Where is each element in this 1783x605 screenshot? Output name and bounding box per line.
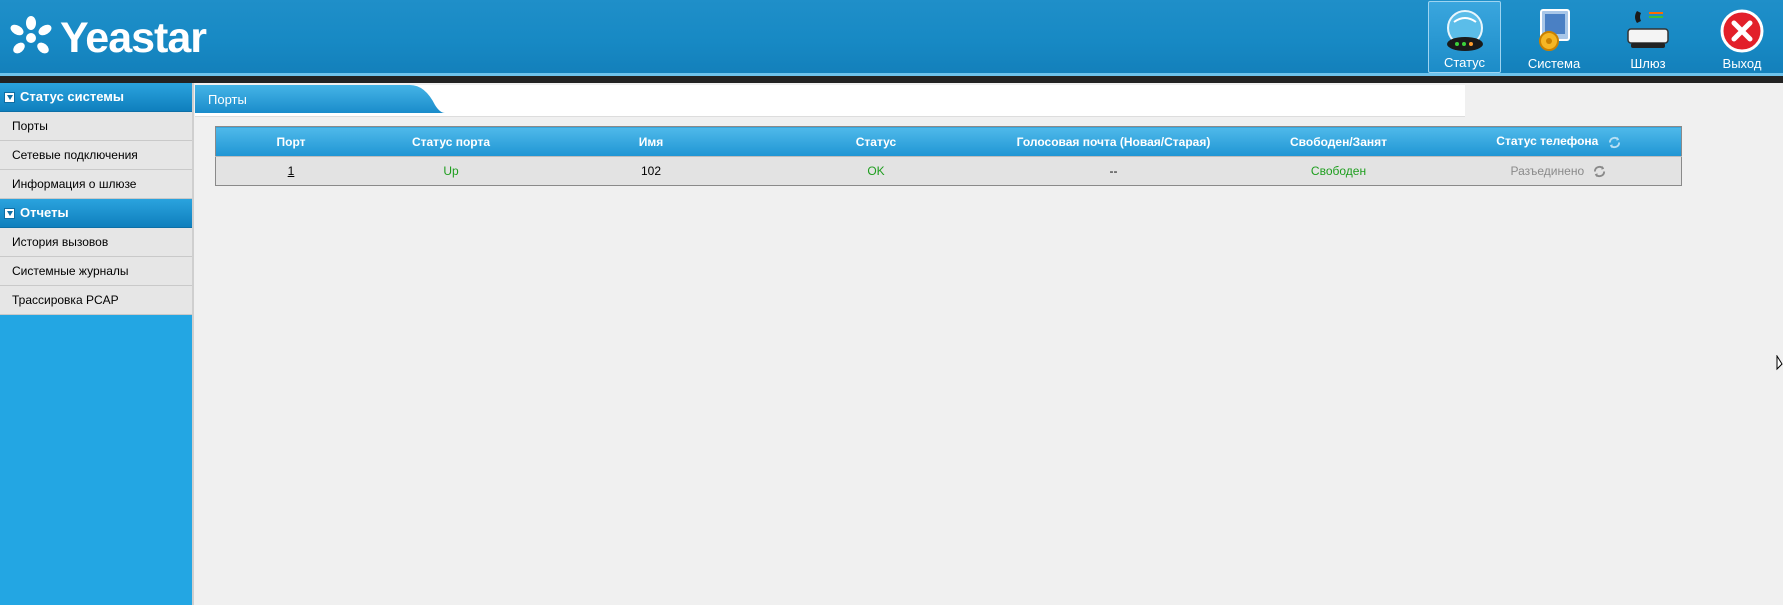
column-header-status: Статус bbox=[766, 126, 986, 157]
column-header-voicemail: Голосовая почта (Новая/Старая) bbox=[986, 126, 1241, 157]
refresh-icon[interactable] bbox=[1593, 165, 1606, 178]
top-header: Yeastar Статус Система Шлюз Выход bbox=[0, 0, 1783, 83]
cell-status: OK bbox=[766, 156, 986, 186]
column-header-name: Имя bbox=[536, 126, 766, 157]
sidebar-item-system-logs[interactable]: Системные журналы bbox=[0, 257, 192, 286]
nav-gateway-label: Шлюз bbox=[1630, 56, 1666, 71]
cell-voicemail: -- bbox=[986, 156, 1241, 186]
sidebar-section-reports[interactable]: Отчеты bbox=[0, 199, 192, 228]
nav-gateway-button[interactable]: Шлюз bbox=[1607, 1, 1689, 73]
sidebar-item-gateway-info[interactable]: Информация о шлюзе bbox=[0, 170, 192, 199]
sidebar-section-title: Отчеты bbox=[20, 205, 69, 220]
cell-name: 102 bbox=[536, 156, 766, 186]
ports-table: Порт Статус порта Имя Статус Голосовая п… bbox=[215, 126, 1682, 186]
nav-status-label: Статус bbox=[1443, 55, 1486, 70]
column-header-phone-status: Статус телефона bbox=[1436, 126, 1682, 157]
nav-system-label: Система bbox=[1527, 56, 1581, 71]
header-stripe bbox=[0, 73, 1783, 76]
port-link[interactable]: 1 bbox=[288, 164, 295, 178]
content-tab-strip: Порты bbox=[195, 85, 1465, 117]
nav-logout-button[interactable]: Выход bbox=[1701, 1, 1783, 73]
yeastar-logo: Yeastar bbox=[8, 8, 207, 68]
status-globe-icon bbox=[1446, 10, 1483, 51]
mouse-cursor-icon bbox=[1776, 355, 1783, 371]
sidebar-item-network-connections[interactable]: Сетевые подключения bbox=[0, 141, 192, 170]
nav-status-button[interactable]: Статус bbox=[1428, 1, 1501, 73]
logout-close-icon bbox=[1720, 9, 1764, 53]
column-header-port-status: Статус порта bbox=[366, 126, 536, 157]
cell-idle-busy: Свободен bbox=[1241, 156, 1436, 186]
sidebar-section-title: Статус системы bbox=[20, 89, 125, 104]
cell-port: 1 bbox=[215, 156, 366, 186]
refresh-icon[interactable] bbox=[1608, 136, 1621, 149]
column-header-port: Порт bbox=[215, 126, 366, 157]
yeastar-logo-icon bbox=[10, 16, 52, 54]
system-settings-icon bbox=[1539, 9, 1570, 51]
tab-ports[interactable]: Порты bbox=[195, 85, 445, 113]
nav-system-button[interactable]: Система bbox=[1513, 1, 1595, 73]
table-row: 1 Up 102 OK -- Свободен Разъединено bbox=[215, 156, 1682, 186]
collapse-arrow-icon bbox=[4, 91, 15, 103]
brand-name: Yeastar bbox=[60, 13, 207, 62]
cell-port-status: Up bbox=[366, 156, 536, 186]
sidebar-item-call-history[interactable]: История вызовов bbox=[0, 228, 192, 257]
sidebar-item-pcap-trace[interactable]: Трассировка PCAP bbox=[0, 286, 192, 315]
sidebar-item-ports[interactable]: Порты bbox=[0, 112, 192, 141]
phone-status-value: Разъединено bbox=[1510, 163, 1585, 178]
nav-logout-label: Выход bbox=[1722, 56, 1762, 71]
table-header-row: Порт Статус порта Имя Статус Голосовая п… bbox=[215, 126, 1682, 157]
sidebar: Статус системы Порты Сетевые подключения… bbox=[0, 83, 194, 605]
main-nav: Статус Система Шлюз Выход bbox=[1416, 0, 1783, 76]
column-header-idle-busy: Свободен/Занят bbox=[1241, 126, 1436, 157]
tab-ports-label: Порты bbox=[208, 92, 247, 107]
cell-phone-status: Разъединено bbox=[1436, 156, 1682, 186]
collapse-arrow-icon bbox=[4, 207, 15, 219]
gateway-phone-icon bbox=[1627, 11, 1669, 48]
sidebar-section-system-status[interactable]: Статус системы bbox=[0, 83, 192, 112]
phone-status-header-label: Статус телефона bbox=[1496, 134, 1599, 149]
